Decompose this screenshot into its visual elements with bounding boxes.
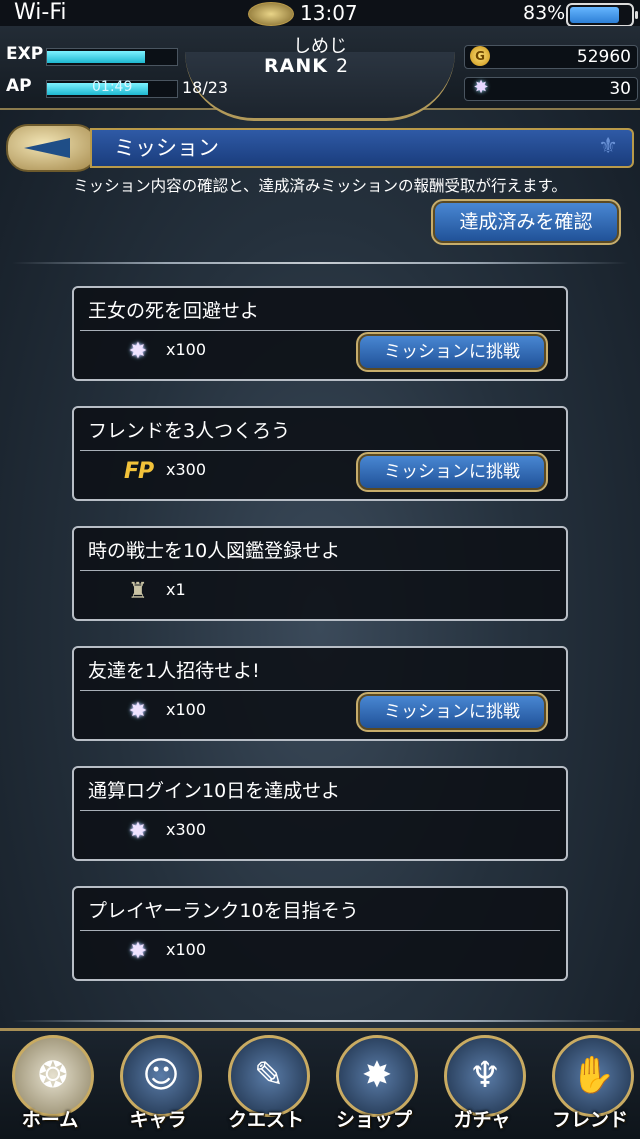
nav-gacha[interactable]: ♆ ガチャ (432, 1035, 532, 1139)
reward-quantity: x1 (166, 580, 186, 599)
card-divider (80, 810, 560, 811)
gil-coin-icon: G (470, 46, 490, 66)
ap-label: AP (6, 76, 32, 96)
nav-home[interactable]: ❂ ホーム (0, 1035, 100, 1139)
player-rank: RANK 2 (264, 55, 349, 77)
nav-label: フレンド (551, 1109, 628, 1131)
exp-label: EXP (6, 44, 44, 64)
rank-label: RANK (264, 55, 328, 77)
card-divider (80, 930, 560, 931)
battery-fill (570, 7, 620, 23)
back-arrow-icon (24, 138, 70, 158)
crystal-icon: ✸ (128, 939, 148, 964)
gil-display: 52960 (464, 45, 638, 69)
crystal-icon: ✸ (128, 699, 148, 724)
page-description: ミッション内容の確認と、達成済みミッションの報酬受取が行えます。 (73, 177, 567, 195)
crystal-icon: ✸ (473, 77, 489, 98)
mission-header: ミッション ⚜ (6, 122, 634, 172)
ap-count: 18/23 (182, 78, 229, 97)
ornament-icon: ⚜ (598, 134, 618, 159)
mission-title: フレンドを3人つくろう (88, 420, 291, 442)
nav-quest[interactable]: ✎ クエスト (216, 1035, 316, 1139)
nav-label: ガチャ (453, 1109, 511, 1131)
bottom-divider (12, 1020, 628, 1022)
top-divider (12, 262, 628, 264)
nav-friend[interactable]: ✋ フレンド (540, 1035, 640, 1139)
reward-quantity: x100 (166, 340, 207, 359)
fp-icon: FP (124, 459, 154, 484)
rank-value: 2 (335, 55, 350, 77)
reward-quantity: x100 (166, 700, 207, 719)
reward-quantity: x300 (166, 820, 207, 839)
battery-icon (566, 3, 638, 27)
compass-icon (248, 2, 294, 26)
reward-quantity: x100 (166, 940, 207, 959)
crystal-icon: ✸ (128, 819, 148, 844)
challenge-button[interactable]: ミッションに挑戦 (356, 452, 548, 492)
mission-card: フレンドを3人つくろう FP x300 ミッションに挑戦 (72, 406, 568, 501)
card-divider (80, 690, 560, 691)
ap-timer: 01:49 (92, 79, 133, 95)
status-bar: Wi-Fi 13:07 83% (0, 0, 640, 27)
nav-shop[interactable]: ✸ ショップ (324, 1035, 424, 1139)
mission-card: 通算ログイン10日を達成せよ ✸ x300 (72, 766, 568, 861)
crystal-amount: 30 (609, 79, 631, 99)
clock: 13:07 (300, 1, 358, 25)
nav-label: ショップ (335, 1109, 412, 1131)
page-title: ミッション (114, 136, 219, 160)
mission-title: 友達を1人招待せよ! (88, 660, 260, 682)
mission-title: プレイヤーランク10を目指そう (88, 900, 359, 922)
nav-label: キャラ (129, 1109, 187, 1131)
mission-card: プレイヤーランク10を目指そう ✸ x100 (72, 886, 568, 981)
nav-character[interactable]: ☺ キャラ (108, 1035, 208, 1139)
nav-label: ホーム (21, 1109, 79, 1131)
title-bar: ミッション ⚜ (90, 128, 634, 168)
crystal-icon: ✸ (128, 339, 148, 364)
challenge-button[interactable]: ミッションに挑戦 (356, 692, 548, 732)
battery-percent: 83% (523, 2, 566, 24)
card-divider (80, 570, 560, 571)
mission-card: 時の戦士を10人図鑑登録せよ ♜ x1 (72, 526, 568, 621)
exp-bar-fill (47, 51, 145, 63)
reward-quantity: x300 (166, 460, 207, 479)
mission-card: 王女の死を回避せよ ✸ x100 ミッションに挑戦 (72, 286, 568, 381)
mission-title: 時の戦士を10人図鑑登録せよ (88, 540, 341, 562)
mission-card: 友達を1人招待せよ! ✸ x100 ミッションに挑戦 (72, 646, 568, 741)
card-divider (80, 330, 560, 331)
mission-title: 王女の死を回避せよ (88, 300, 260, 322)
card-divider (80, 450, 560, 451)
player-hud: しめじ RANK 2 EXP AP 01:49 18/23 52960 G 30 … (0, 26, 640, 121)
nav-label: クエスト (227, 1109, 304, 1131)
knight-icon: ♜ (128, 579, 148, 604)
back-button[interactable] (6, 124, 98, 172)
mission-title: 通算ログイン10日を達成せよ (88, 780, 341, 802)
bottom-nav: ❂ ホーム ☺ キャラ ✎ クエスト ✸ ショップ ♆ ガチャ ✋ フレンド (0, 1028, 640, 1139)
challenge-button[interactable]: ミッションに挑戦 (356, 332, 548, 372)
view-completed-button[interactable]: 達成済みを確認 (431, 199, 621, 245)
exp-bar (46, 48, 178, 66)
network-label: Wi-Fi (14, 0, 67, 25)
gil-amount: 52960 (576, 47, 631, 67)
